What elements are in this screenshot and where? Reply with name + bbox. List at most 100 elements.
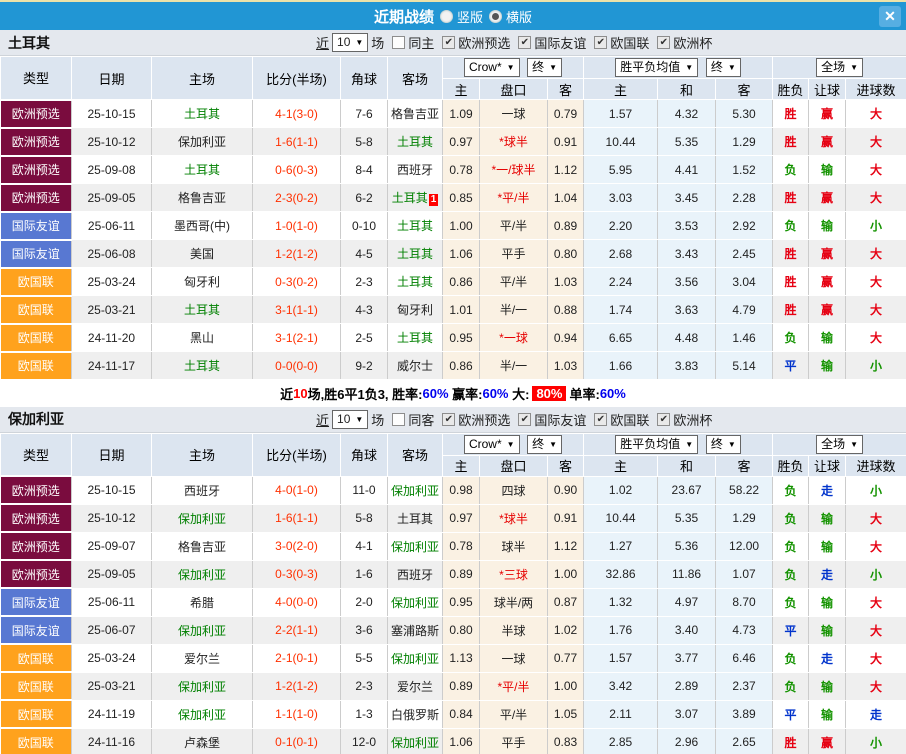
avg-home: 5.95 bbox=[584, 156, 658, 184]
match-date: 25-10-15 bbox=[72, 100, 152, 128]
avg-home: 1.32 bbox=[584, 588, 658, 616]
bookmaker-group: Crow*▼ 终▼ bbox=[443, 57, 584, 79]
away-team: 土耳其 bbox=[388, 240, 443, 268]
match-date: 24-11-17 bbox=[72, 352, 152, 380]
result-goals: 大 bbox=[846, 268, 906, 296]
match-row: 欧国联25-03-24爱尔兰2-1(0-1)5-5保加利亚1.13一球0.771… bbox=[1, 644, 906, 672]
final-select[interactable]: 终▼ bbox=[527, 435, 562, 454]
odds-home: 1.06 bbox=[443, 728, 480, 754]
chevron-down-icon: ▼ bbox=[355, 412, 363, 427]
matches-table: 类型 日期 主场 比分(半场) 角球 客场 Crow*▼ 终▼ 胜平负均值▼ 终… bbox=[0, 433, 906, 754]
match-date: 25-09-07 bbox=[72, 532, 152, 560]
summary-part: 60% bbox=[600, 386, 626, 401]
score-halftime: 1-2(1-2) bbox=[253, 240, 341, 268]
handicap: *一球 bbox=[480, 324, 548, 352]
bookmaker-select[interactable]: Crow*▼ bbox=[464, 435, 520, 454]
odds-home: 0.97 bbox=[443, 504, 480, 532]
radio-vertical-icon[interactable] bbox=[440, 10, 453, 23]
sub-handicap: 盘口 bbox=[480, 455, 548, 476]
recent-link[interactable]: 近 bbox=[316, 410, 329, 429]
corners: 2-3 bbox=[341, 672, 388, 700]
league-badge: 欧国联 bbox=[1, 296, 72, 324]
checkbox-league-0[interactable]: ✔ bbox=[442, 413, 455, 426]
odds-away: 0.90 bbox=[548, 476, 584, 504]
avg-draw: 3.53 bbox=[658, 212, 716, 240]
bookmaker-select[interactable]: Crow*▼ bbox=[464, 58, 520, 77]
final-value: 终 bbox=[532, 60, 544, 75]
odds-home: 0.95 bbox=[443, 588, 480, 616]
recent-count-select[interactable]: 10▼ bbox=[332, 410, 368, 429]
score-halftime: 1-0(1-0) bbox=[253, 212, 341, 240]
league-badge: 国际友谊 bbox=[1, 240, 72, 268]
col-away: 客场 bbox=[388, 433, 443, 476]
match-row: 欧洲预选25-10-12保加利亚1-6(1-1)5-8土耳其0.97*球半0.9… bbox=[1, 504, 906, 532]
score-halftime: 2-1(0-1) bbox=[253, 644, 341, 672]
away-team: 土耳其 bbox=[388, 212, 443, 240]
checkbox-league-1[interactable]: ✔ bbox=[518, 413, 531, 426]
odds-away: 0.88 bbox=[548, 296, 584, 324]
final-select-2[interactable]: 终▼ bbox=[706, 435, 741, 454]
radio-horizontal-icon[interactable] bbox=[489, 10, 502, 23]
sub-away-odds: 客 bbox=[548, 79, 584, 100]
league-label-3: 欧洲杯 bbox=[673, 410, 712, 429]
result-wdl: 胜 bbox=[773, 240, 809, 268]
checkbox-league-1[interactable]: ✔ bbox=[518, 36, 531, 49]
home-team: 保加利亚 bbox=[152, 504, 253, 532]
corners: 8-4 bbox=[341, 156, 388, 184]
corners: 5-5 bbox=[341, 644, 388, 672]
match-row: 欧洲预选25-10-12保加利亚1-6(1-1)5-8土耳其0.97*球半0.9… bbox=[1, 128, 906, 156]
checkbox-league-2[interactable]: ✔ bbox=[594, 413, 607, 426]
close-icon[interactable]: ✕ bbox=[879, 6, 901, 27]
handicap: 平/半 bbox=[480, 700, 548, 728]
red-card-badge: 1 bbox=[429, 194, 439, 206]
radio-vertical[interactable]: 竖版 bbox=[440, 7, 483, 26]
match-date: 24-11-16 bbox=[72, 728, 152, 754]
checkbox-league-2[interactable]: ✔ bbox=[594, 36, 607, 49]
result-goals: 大 bbox=[846, 532, 906, 560]
result-wdl: 平 bbox=[773, 616, 809, 644]
corners: 4-1 bbox=[341, 532, 388, 560]
avg-select[interactable]: 胜平负均值▼ bbox=[615, 435, 698, 454]
score-halftime: 4-0(1-0) bbox=[253, 476, 341, 504]
checkbox-league-3[interactable]: ✔ bbox=[657, 36, 670, 49]
fulltime-select[interactable]: 全场▼ bbox=[816, 435, 863, 454]
col-score: 比分(半场) bbox=[253, 57, 341, 100]
odds-away: 0.91 bbox=[548, 128, 584, 156]
avg-select[interactable]: 胜平负均值▼ bbox=[615, 58, 698, 77]
odds-home: 0.86 bbox=[443, 352, 480, 380]
recent-link[interactable]: 近 bbox=[316, 33, 329, 52]
corners: 5-8 bbox=[341, 504, 388, 532]
league-label-1: 国际友谊 bbox=[534, 410, 586, 429]
odds-away: 1.00 bbox=[548, 560, 584, 588]
home-team: 土耳其 bbox=[152, 296, 253, 324]
avg-draw: 4.32 bbox=[658, 100, 716, 128]
league-label-2: 欧国联 bbox=[610, 33, 649, 52]
result-handicap: 输 bbox=[809, 672, 846, 700]
col-score: 比分(半场) bbox=[253, 433, 341, 476]
bookmaker-value: Crow* bbox=[469, 437, 502, 452]
final-select-2[interactable]: 终▼ bbox=[706, 58, 741, 77]
summary-part: 60% bbox=[422, 386, 448, 401]
score-halftime: 1-2(1-2) bbox=[253, 672, 341, 700]
recent-count-select[interactable]: 10▼ bbox=[332, 33, 368, 52]
away-team: 塞浦路斯 bbox=[388, 616, 443, 644]
checkbox-league-3[interactable]: ✔ bbox=[657, 413, 670, 426]
chevron-down-icon: ▼ bbox=[549, 60, 557, 75]
final-select[interactable]: 终▼ bbox=[527, 58, 562, 77]
home-team: 保加利亚 bbox=[152, 128, 253, 156]
fulltime-group: 全场▼ bbox=[773, 57, 906, 79]
checkbox-league-0[interactable]: ✔ bbox=[442, 36, 455, 49]
summary-part: 10 bbox=[293, 386, 307, 401]
match-row: 国际友谊25-06-11墨西哥(中)1-0(1-0)0-10土耳其1.00平/半… bbox=[1, 212, 906, 240]
avg-home: 1.66 bbox=[584, 352, 658, 380]
avg-away: 4.79 bbox=[716, 296, 773, 324]
result-goals: 小 bbox=[846, 212, 906, 240]
fulltime-select[interactable]: 全场▼ bbox=[816, 58, 863, 77]
radio-horizontal[interactable]: 横版 bbox=[489, 7, 532, 26]
away-team: 威尔士 bbox=[388, 352, 443, 380]
away-team: 西班牙 bbox=[388, 560, 443, 588]
result-handicap: 赢 bbox=[809, 296, 846, 324]
checkbox-same-away[interactable] bbox=[392, 413, 405, 426]
odds-home: 1.06 bbox=[443, 240, 480, 268]
checkbox-same-home[interactable] bbox=[392, 36, 405, 49]
